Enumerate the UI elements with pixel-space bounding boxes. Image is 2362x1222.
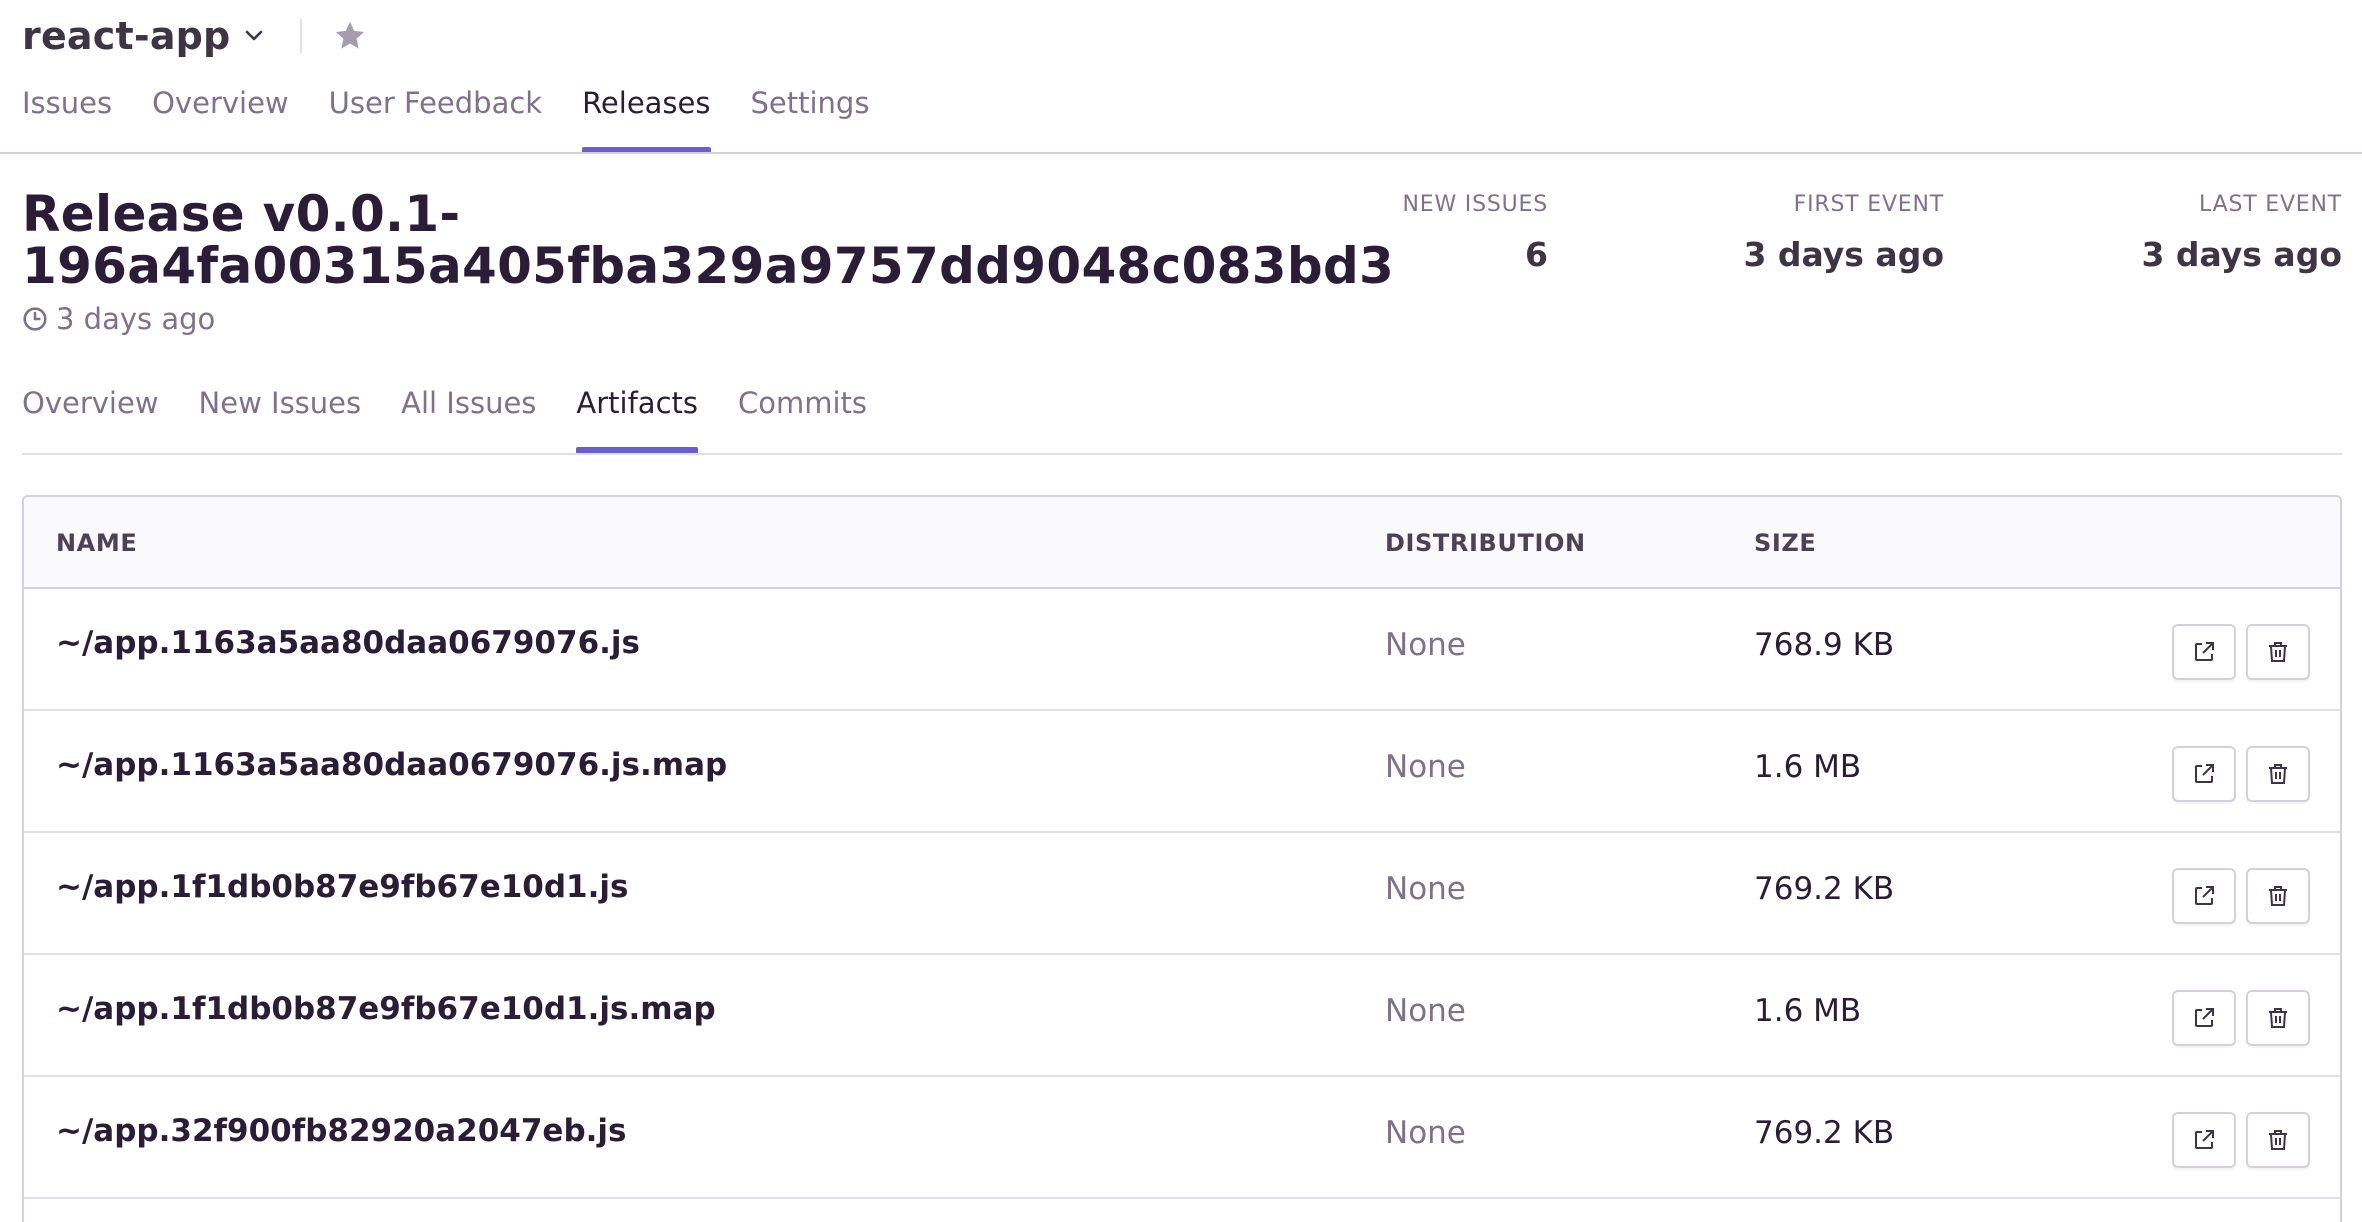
release-title-line2: 196a4fa00315a405fba329a9757dd9048c083bd3 bbox=[22, 237, 1395, 295]
stat-new-issues: NEW ISSUES 6 bbox=[1403, 192, 1549, 274]
artifact-size: 769.2 KB bbox=[1754, 871, 1895, 907]
artifact-name: ~/app.1163a5aa80daa0679076.js.map bbox=[56, 747, 728, 783]
artifact-distribution: None bbox=[1385, 1115, 1466, 1151]
tab-releases[interactable]: Releases bbox=[582, 80, 711, 154]
clock-icon bbox=[22, 305, 50, 333]
stat-new-issues-label: NEW ISSUES bbox=[1402, 192, 1548, 217]
trash-icon bbox=[2269, 1130, 2287, 1150]
project-name[interactable]: react-app bbox=[22, 14, 230, 58]
star-icon[interactable] bbox=[330, 16, 370, 56]
artifact-distribution: None bbox=[1385, 871, 1466, 907]
release-tab-overview[interactable]: Overview bbox=[22, 382, 159, 454]
artifact-distribution: None bbox=[1385, 627, 1466, 663]
open-artifact-button[interactable] bbox=[2172, 868, 2236, 924]
trash-icon bbox=[2269, 886, 2287, 906]
project-nav: Issues Overview User Feedback Releases S… bbox=[22, 80, 909, 154]
tab-user-feedback[interactable]: User Feedback bbox=[329, 80, 542, 154]
delete-artifact-button[interactable] bbox=[2246, 746, 2310, 802]
table-row: ~/app.1163a5aa80daa0679076.js.map None 1… bbox=[24, 711, 2340, 833]
artifact-size: 768.9 KB bbox=[1754, 627, 1895, 663]
artifact-size: 769.2 KB bbox=[1754, 1115, 1895, 1151]
column-header-name: NAME bbox=[56, 529, 138, 557]
table-row: ~/app.1f1db0b87e9fb67e10d1.js.map None 1… bbox=[24, 955, 2340, 1077]
release-age-text: 3 days ago bbox=[56, 302, 216, 336]
chevron-down-icon[interactable] bbox=[242, 24, 266, 48]
open-artifact-button[interactable] bbox=[2172, 624, 2236, 680]
stat-last-event: LAST EVENT 3 days ago bbox=[2141, 192, 2342, 274]
column-header-distribution: DISTRIBUTION bbox=[1385, 529, 1586, 557]
release-title-line1: Release v0.0.1- bbox=[22, 185, 461, 243]
release-nav: Overview New Issues All Issues Artifacts… bbox=[22, 382, 907, 454]
artifact-distribution: None bbox=[1385, 749, 1466, 785]
table-header: NAME DISTRIBUTION SIZE bbox=[24, 497, 2340, 589]
stat-first-event-label: FIRST EVENT bbox=[1793, 192, 1944, 217]
delete-artifact-button[interactable] bbox=[2246, 1112, 2310, 1168]
external-link-icon bbox=[2195, 1008, 2214, 1027]
tab-issues[interactable]: Issues bbox=[22, 80, 112, 154]
external-link-icon bbox=[2195, 642, 2214, 661]
artifact-size: 1.6 MB bbox=[1754, 993, 1862, 1029]
artifacts-table: NAME DISTRIBUTION SIZE ~/app.1163a5aa80d… bbox=[22, 495, 2342, 1222]
stat-new-issues-value[interactable]: 6 bbox=[1403, 235, 1548, 274]
trash-icon bbox=[2269, 1008, 2287, 1028]
artifact-name: ~/app.32f900fb82920a2047eb.js bbox=[56, 1113, 627, 1149]
artifact-name: ~/app.1f1db0b87e9fb67e10d1.js.map bbox=[56, 991, 716, 1027]
release-tab-all-issues[interactable]: All Issues bbox=[401, 382, 536, 454]
release-nav-divider bbox=[22, 453, 2342, 455]
external-link-icon bbox=[2195, 886, 2214, 905]
delete-artifact-button[interactable] bbox=[2246, 868, 2310, 924]
nav-divider bbox=[0, 152, 2362, 154]
artifact-name: ~/app.1163a5aa80daa0679076.js bbox=[56, 625, 640, 661]
stat-last-event-label: LAST EVENT bbox=[2199, 192, 2342, 217]
open-artifact-button[interactable] bbox=[2172, 990, 2236, 1046]
table-row: ~/app.1f1db0b87e9fb67e10d1.js None 769.2… bbox=[24, 833, 2340, 955]
header-divider bbox=[300, 19, 303, 53]
table-row: ~/app.1163a5aa80daa0679076.js None 768.9… bbox=[24, 589, 2340, 711]
external-link-icon bbox=[2195, 1130, 2214, 1149]
release-tab-artifacts[interactable]: Artifacts bbox=[576, 382, 698, 454]
table-row: ~/app.32f900fb82920a2047eb.js None 769.2… bbox=[24, 1077, 2340, 1199]
trash-icon bbox=[2269, 764, 2287, 784]
release-tab-commits[interactable]: Commits bbox=[738, 382, 867, 454]
release-tab-new-issues[interactable]: New Issues bbox=[199, 382, 362, 454]
trash-icon bbox=[2269, 642, 2287, 662]
stat-first-event: FIRST EVENT 3 days ago bbox=[1743, 192, 1944, 274]
stat-first-event-value: 3 days ago bbox=[1743, 235, 1944, 274]
tab-settings[interactable]: Settings bbox=[751, 80, 870, 154]
project-header: react-app bbox=[22, 10, 370, 62]
external-link-icon bbox=[2195, 764, 2214, 783]
column-header-size: SIZE bbox=[1754, 529, 1817, 557]
release-age: 3 days ago bbox=[22, 302, 215, 336]
artifact-name: ~/app.1f1db0b87e9fb67e10d1.js bbox=[56, 869, 629, 905]
release-title: Release v0.0.1- 196a4fa00315a405fba329a9… bbox=[22, 185, 1395, 295]
open-artifact-button[interactable] bbox=[2172, 746, 2236, 802]
open-artifact-button[interactable] bbox=[2172, 1112, 2236, 1168]
stat-last-event-value: 3 days ago bbox=[2141, 235, 2342, 274]
tab-overview[interactable]: Overview bbox=[152, 80, 289, 154]
delete-artifact-button[interactable] bbox=[2246, 624, 2310, 680]
artifact-distribution: None bbox=[1385, 993, 1466, 1029]
artifact-size: 1.6 MB bbox=[1754, 749, 1862, 785]
delete-artifact-button[interactable] bbox=[2246, 990, 2310, 1046]
